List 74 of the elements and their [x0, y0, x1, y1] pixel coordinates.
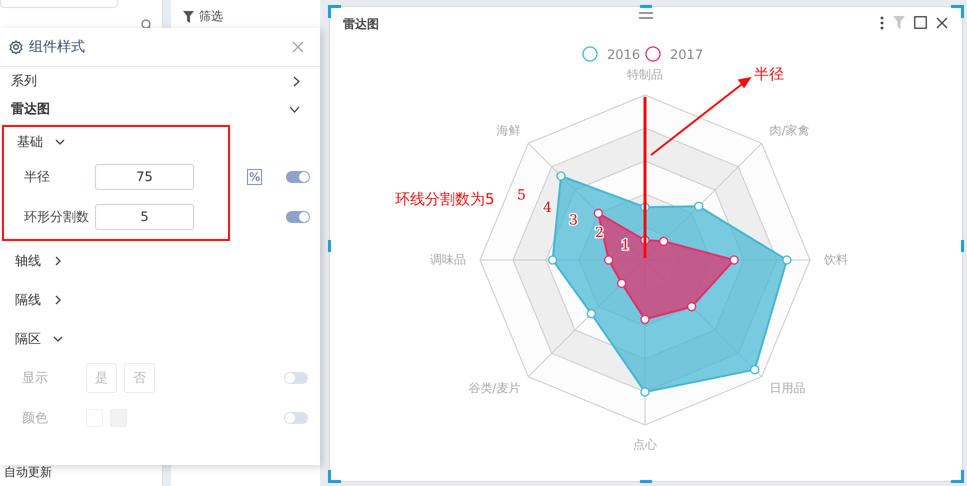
filter-icon[interactable]	[893, 16, 905, 29]
data-point	[640, 387, 650, 397]
axis-label: 肉/家禽	[770, 124, 810, 138]
chevron-right-icon[interactable]	[293, 76, 300, 86]
data-point	[782, 255, 792, 265]
chevron-down-icon[interactable]	[53, 334, 63, 344]
more-icon[interactable]	[880, 16, 884, 30]
number-field[interactable]: 75	[95, 164, 194, 190]
selection-corner	[328, 470, 341, 483]
filter-title: 筛选	[198, 8, 223, 25]
data-point	[594, 208, 603, 218]
axis-label: 点心	[633, 437, 657, 452]
section-label[interactable]: 雷达图	[11, 100, 50, 118]
chevron-right-icon[interactable]	[53, 294, 63, 304]
data-point	[586, 309, 596, 318]
legend-label: 2017	[670, 48, 704, 63]
resize-handle[interactable]	[328, 240, 331, 252]
drag-handle-icon[interactable]	[639, 12, 653, 19]
filter-icon	[182, 10, 194, 22]
chart-title: 雷达图	[343, 16, 379, 33]
ring-number: 3	[569, 212, 578, 228]
toggle-switch[interactable]	[286, 211, 310, 223]
maximize-icon[interactable]	[914, 16, 927, 29]
axis-label: 饮料	[824, 252, 848, 266]
group-label[interactable]: 隔区	[15, 330, 41, 348]
data-point	[729, 255, 739, 265]
search-icon[interactable]	[141, 19, 153, 31]
legend-item[interactable]: 2016	[582, 46, 640, 63]
panel-title: 组件样式	[29, 38, 86, 56]
data-point	[694, 202, 704, 211]
data-point	[640, 314, 650, 324]
axis-label: 调味品	[430, 252, 466, 266]
annotation-text: 半径	[754, 65, 784, 83]
legend-item[interactable]: 2017	[645, 46, 704, 63]
data-point	[659, 236, 668, 246]
ring-number: 2	[595, 225, 604, 241]
section-label[interactable]: 系列	[11, 72, 37, 90]
field-label: 环形分割数	[24, 209, 90, 226]
chevron-down-icon[interactable]	[55, 137, 65, 147]
close-icon[interactable]	[936, 16, 948, 28]
auto-update-label: 自动更新	[3, 464, 53, 481]
data-point	[548, 255, 558, 265]
ring-number: 5	[517, 188, 526, 204]
data-point	[604, 255, 614, 265]
group-label[interactable]: 基础	[17, 133, 43, 151]
chevron-right-icon[interactable]	[53, 256, 63, 266]
axis-label: 日用品	[770, 380, 806, 395]
axis-label: 特制品	[627, 67, 663, 82]
settings-icon	[9, 40, 23, 54]
group-label[interactable]: 轴线	[15, 252, 41, 270]
field-label: 显示	[22, 370, 49, 387]
axis-label: 海鲜	[496, 124, 520, 138]
selection-corner	[951, 470, 964, 483]
percent-toggle[interactable]: %	[247, 169, 262, 185]
number-field[interactable]: 5	[95, 204, 194, 230]
data-point	[556, 171, 566, 181]
field-label: 颜色	[22, 410, 49, 427]
selection-corner	[328, 5, 341, 18]
search-field[interactable]	[0, 0, 118, 8]
selection-corner	[951, 5, 964, 18]
axis-label: 谷类/麦片	[468, 380, 520, 395]
legend-label: 2016	[607, 48, 640, 63]
toggle-switch[interactable]	[286, 171, 310, 183]
ring-number: 4	[543, 200, 552, 216]
data-point	[617, 278, 626, 288]
resize-handle[interactable]	[640, 480, 652, 483]
resize-handle[interactable]	[640, 5, 652, 8]
resize-handle[interactable]	[961, 240, 964, 252]
group-label[interactable]: 隔线	[15, 290, 41, 308]
ring-number: 1	[621, 238, 630, 254]
data-point	[750, 365, 760, 374]
annotation-text: 环线分割数为5	[395, 190, 495, 208]
data-point	[687, 302, 696, 312]
field-label: 半径	[24, 169, 51, 186]
